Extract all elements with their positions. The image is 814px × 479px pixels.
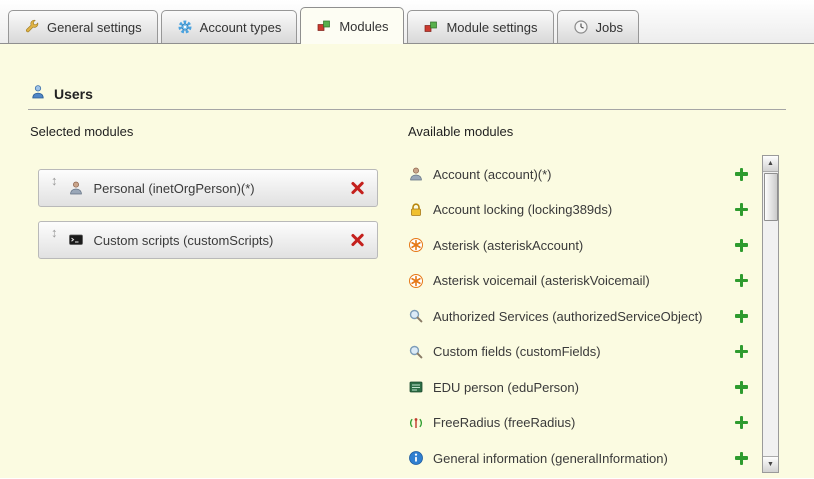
tab-label: Modules	[339, 19, 388, 34]
tab-label: Module settings	[446, 20, 537, 35]
add-module-icon[interactable]	[735, 452, 748, 465]
remove-module-icon[interactable]	[350, 233, 365, 248]
module-label: Account locking (locking389ds)	[433, 202, 726, 217]
magnifier-icon	[408, 344, 424, 360]
tab-account-types[interactable]: Account types	[161, 10, 298, 43]
modules-panel: Users Selected modules ↕ Personal (inetO…	[0, 44, 814, 478]
add-module-icon[interactable]	[735, 310, 748, 323]
selected-modules-list: ↕ Personal (inetOrgPerson)(*) ↕ Custom s…	[30, 169, 382, 259]
selected-module-row[interactable]: ↕ Personal (inetOrgPerson)(*)	[38, 169, 378, 207]
available-modules-header: Available modules	[408, 124, 758, 139]
module-label: FreeRadius (freeRadius)	[433, 415, 726, 430]
available-module-row: Account (account)(*)	[408, 159, 758, 189]
tab-module-settings[interactable]: Module settings	[407, 10, 553, 43]
tab-modules[interactable]: Modules	[300, 7, 404, 44]
tab-label: Account types	[200, 20, 282, 35]
available-module-row: Asterisk voicemail (asteriskVoicemail)	[408, 266, 758, 296]
add-module-icon[interactable]	[735, 416, 748, 429]
add-module-icon[interactable]	[735, 168, 748, 181]
person-icon	[408, 166, 424, 182]
magnifier-icon	[408, 308, 424, 324]
module-label: Asterisk (asteriskAccount)	[433, 238, 726, 253]
antenna-icon	[408, 415, 424, 431]
scroll-down-button[interactable]: ▼	[763, 456, 778, 472]
scrollbar-thumb[interactable]	[764, 173, 778, 221]
module-label: Asterisk voicemail (asteriskVoicemail)	[433, 273, 726, 288]
available-module-row: FreeRadius (freeRadius)	[408, 408, 758, 438]
tab-jobs[interactable]: Jobs	[557, 10, 639, 43]
asterisk-icon	[408, 237, 424, 253]
available-module-row: General information (generalInformation)	[408, 443, 758, 473]
add-module-icon[interactable]	[735, 239, 748, 252]
section-header-users: Users	[30, 84, 814, 103]
tab-bar: General settings Account types Modules M…	[0, 0, 814, 44]
clock-icon	[573, 19, 589, 35]
selected-module-row[interactable]: ↕ Custom scripts (customScripts)	[38, 221, 378, 259]
drag-handle-icon[interactable]: ↕	[51, 174, 58, 187]
users-icon	[30, 84, 46, 103]
available-module-row: EDU person (eduPerson)	[408, 372, 758, 402]
module-label: Authorized Services (authorizedServiceOb…	[433, 309, 726, 324]
asterisk-icon	[408, 273, 424, 289]
module-label: General information (generalInformation)	[433, 451, 726, 466]
tab-label: General settings	[47, 20, 142, 35]
module-label: EDU person (eduPerson)	[433, 380, 726, 395]
add-module-icon[interactable]	[735, 203, 748, 216]
module-label: Custom fields (customFields)	[433, 344, 726, 359]
tab-label: Jobs	[596, 20, 623, 35]
available-module-row: Authorized Services (authorizedServiceOb…	[408, 301, 758, 331]
gear-icon	[177, 19, 193, 35]
add-module-icon[interactable]	[735, 274, 748, 287]
module-label: Personal (inetOrgPerson)(*)	[94, 181, 341, 196]
modules-icon	[316, 18, 332, 34]
info-icon	[408, 450, 424, 466]
drag-handle-icon[interactable]: ↕	[51, 226, 58, 239]
scroll-up-button[interactable]: ▲	[763, 156, 778, 172]
remove-module-icon[interactable]	[350, 181, 365, 196]
person-icon	[68, 180, 84, 196]
available-modules-list: Account (account)(*) Account locking (lo…	[408, 159, 758, 473]
lock-icon	[408, 202, 424, 218]
add-module-icon[interactable]	[735, 381, 748, 394]
add-module-icon[interactable]	[735, 345, 748, 358]
available-module-row: Custom fields (customFields)	[408, 337, 758, 367]
tab-general-settings[interactable]: General settings	[8, 10, 158, 43]
module-label: Account (account)(*)	[433, 167, 726, 182]
module-label: Custom scripts (customScripts)	[94, 233, 341, 248]
selected-modules-header: Selected modules	[30, 124, 382, 139]
available-module-row: Account locking (locking389ds)	[408, 195, 758, 225]
available-module-row: Asterisk (asteriskAccount)	[408, 230, 758, 260]
module-blocks-icon	[423, 19, 439, 35]
available-modules-scrollbar[interactable]: ▲ ▼	[762, 155, 779, 473]
section-title: Users	[54, 86, 93, 102]
terminal-icon	[68, 232, 84, 248]
wrench-icon	[24, 19, 40, 35]
edu-board-icon	[408, 379, 424, 395]
